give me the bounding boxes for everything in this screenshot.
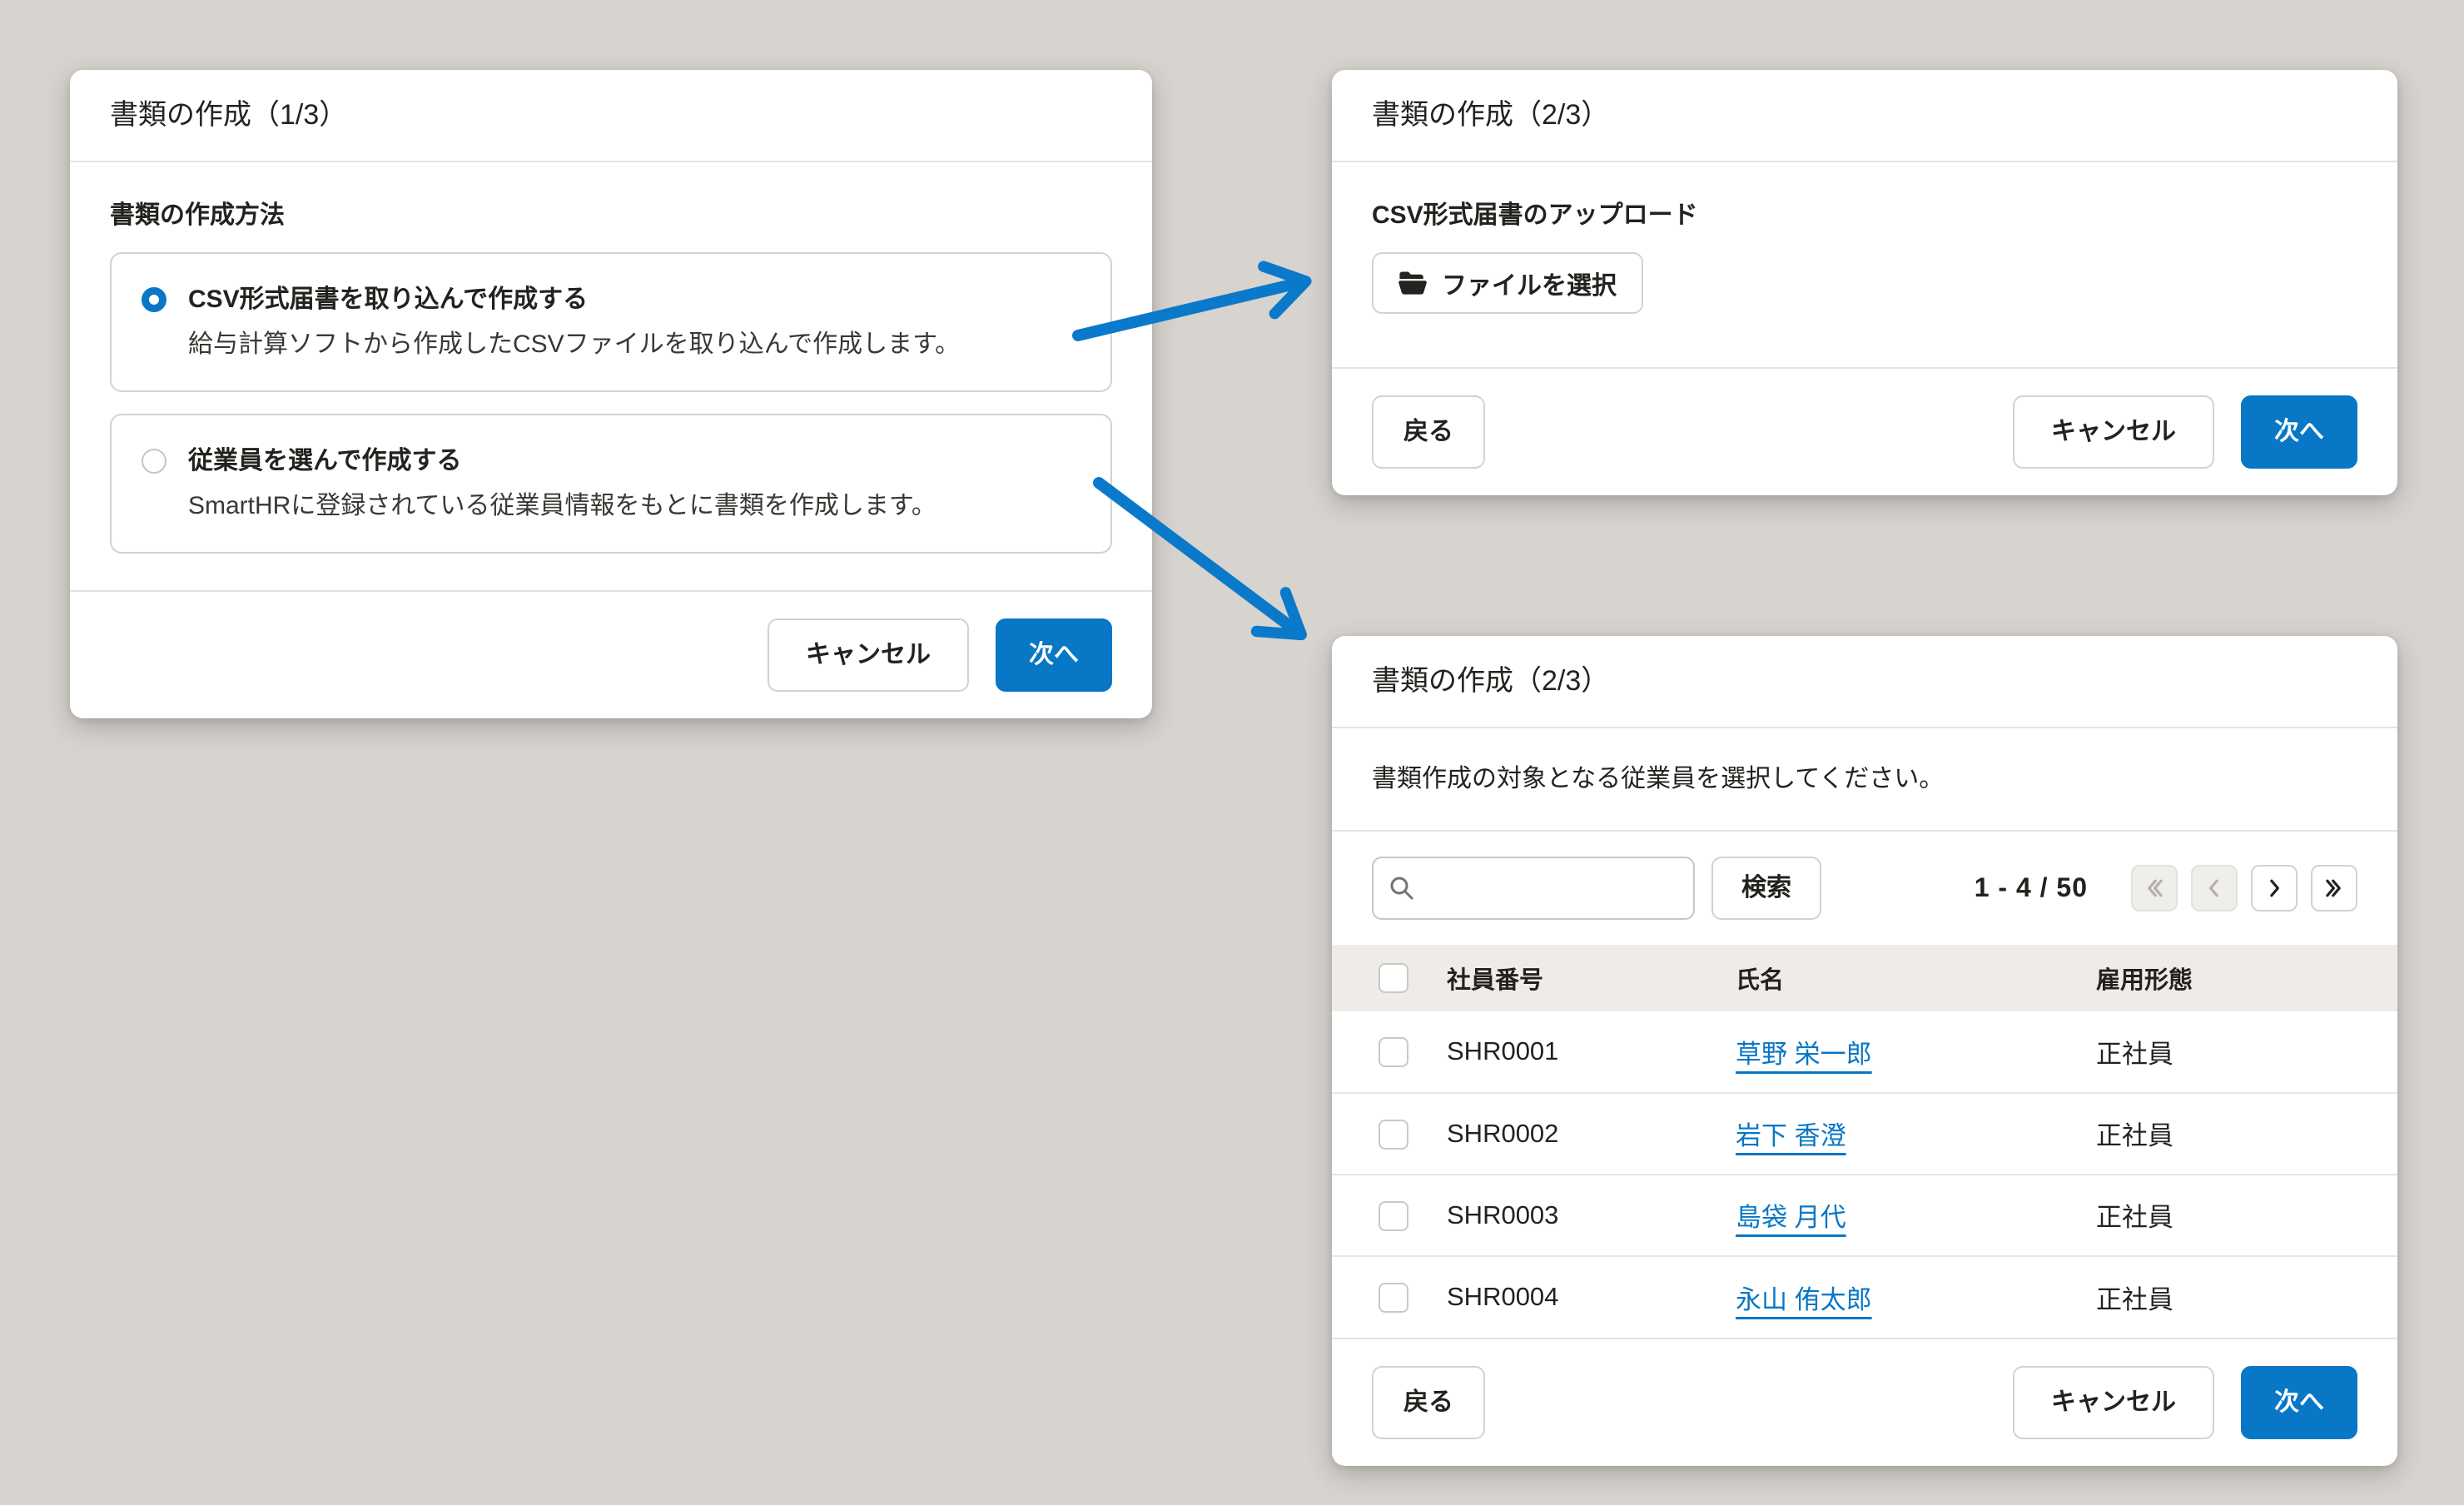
employment-type: 正社員 — [2096, 1093, 2397, 1175]
column-header-employment-type: 雇用形態 — [2096, 945, 2397, 1011]
dialog-step2-csv-footer: 戻る キャンセル 次へ — [1332, 367, 2397, 495]
employee-id: SHR0004 — [1447, 1256, 1736, 1338]
row-checkbox[interactable] — [1379, 1120, 1408, 1150]
cancel-button[interactable]: キャンセル — [2013, 1366, 2214, 1439]
pagination-range-label: 1 - 4 / 50 — [1975, 872, 2088, 903]
dialog-step2-csv-header: 書類の作成（2/3） — [1332, 70, 2397, 162]
search-icon — [1388, 875, 1415, 902]
search-button[interactable]: 検索 — [1711, 857, 1821, 920]
radio-selected-icon[interactable] — [142, 287, 166, 312]
next-button[interactable]: 次へ — [2241, 1366, 2357, 1439]
employee-name-link[interactable]: 岩下 香澄 — [1736, 1121, 1846, 1150]
page-background: { "colors": { "background": "#D7D3CF", "… — [0, 0, 2464, 1505]
option-select-employees-main: 従業員を選んで作成する — [142, 444, 1080, 479]
table-row: SHR0003 島袋 月代 正社員 — [1332, 1175, 2397, 1256]
dialog-step2-csv-body: CSV形式届書のアップロード ファイルを選択 — [1332, 162, 2397, 368]
employee-table-header-row: 社員番号 氏名 雇用形態 — [1332, 945, 2397, 1011]
table-row: SHR0004 永山 侑太郎 正社員 — [1332, 1256, 2397, 1338]
file-select-button[interactable]: ファイルを選択 — [1372, 252, 1643, 314]
dialog-step2-employees: 書類の作成（2/3） 書類作成の対象となる従業員を選択してください。 検索 1 … — [1332, 636, 2397, 1466]
pagination-last-button[interactable] — [2311, 865, 2357, 911]
back-button[interactable]: 戻る — [1372, 1366, 1485, 1439]
search-field-wrap — [1372, 857, 1695, 920]
table-row: SHR0002 岩下 香澄 正社員 — [1332, 1093, 2397, 1175]
next-button[interactable]: 次へ — [2241, 395, 2357, 469]
option-csv-import-description: 給与計算ソフトから作成したCSVファイルを取り込んで作成します。 — [188, 327, 1080, 362]
radio-unselected-icon[interactable] — [142, 449, 166, 474]
employee-table: 社員番号 氏名 雇用形態 SHR0001 草野 栄一郎 正社員 SHR0002 … — [1332, 945, 2397, 1338]
employee-name-link[interactable]: 草野 栄一郎 — [1736, 1040, 1872, 1069]
dialog-step2-employees-title: 書類の作成（2/3） — [1372, 664, 2357, 698]
creation-method-label: 書類の作成方法 — [110, 199, 1112, 233]
option-csv-import-label: CSV形式届書を取り込んで作成する — [188, 282, 588, 317]
file-select-button-label: ファイルを選択 — [1442, 265, 1617, 301]
employee-name-link[interactable]: 島袋 月代 — [1736, 1203, 1846, 1232]
pagination-controls — [2131, 865, 2357, 911]
employee-select-description: 書類作成の対象となる従業員を選択してください。 — [1332, 728, 2397, 832]
dialog-step2-employees-footer: 戻る キャンセル 次へ — [1332, 1338, 2397, 1466]
row-checkbox[interactable] — [1379, 1037, 1408, 1067]
dialog-step2-employees-header: 書類の作成（2/3） — [1332, 636, 2397, 728]
column-header-employee-id: 社員番号 — [1447, 945, 1736, 1011]
employee-name-link[interactable]: 永山 侑太郎 — [1736, 1285, 1872, 1314]
pagination-first-button — [2131, 865, 2178, 911]
dialog-step2-csv-title: 書類の作成（2/3） — [1372, 98, 2357, 132]
employee-id: SHR0001 — [1447, 1011, 1736, 1093]
employee-id: SHR0003 — [1447, 1175, 1736, 1256]
pagination-prev-button — [2191, 865, 2238, 911]
dialog-step1: 書類の作成（1/3） 書類の作成方法 CSV形式届書を取り込んで作成する 給与計… — [70, 70, 1152, 718]
dialog-step1-body: 書類の作成方法 CSV形式届書を取り込んで作成する 給与計算ソフトから作成したC… — [70, 162, 1152, 591]
next-button[interactable]: 次へ — [996, 618, 1112, 692]
table-row: SHR0001 草野 栄一郎 正社員 — [1332, 1011, 2397, 1093]
dialog-step2-csv: 書類の作成（2/3） CSV形式届書のアップロード ファイルを選択 戻る キャン… — [1332, 70, 2397, 495]
employment-type: 正社員 — [2096, 1256, 2397, 1338]
back-button[interactable]: 戻る — [1372, 395, 1485, 469]
dialog-step1-footer: キャンセル 次へ — [70, 590, 1152, 718]
employment-type: 正社員 — [2096, 1175, 2397, 1256]
dialog-step1-title: 書類の作成（1/3） — [110, 98, 1112, 132]
select-all-checkbox[interactable] — [1379, 963, 1408, 993]
search-input[interactable] — [1372, 857, 1695, 920]
row-checkbox[interactable] — [1379, 1201, 1408, 1231]
employee-toolbar: 検索 1 - 4 / 50 — [1332, 832, 2397, 945]
option-card-select-employees[interactable]: 従業員を選んで作成する SmartHRに登録されている従業員情報をもとに書類を作… — [110, 414, 1112, 554]
option-card-csv-import[interactable]: CSV形式届書を取り込んで作成する 給与計算ソフトから作成したCSVファイルを取… — [110, 252, 1112, 392]
employment-type: 正社員 — [2096, 1011, 2397, 1093]
folder-open-icon — [1398, 271, 1427, 296]
employee-id: SHR0002 — [1447, 1093, 1736, 1175]
option-csv-import-main: CSV形式届書を取り込んで作成する — [142, 282, 1080, 317]
cancel-button[interactable]: キャンセル — [2013, 395, 2214, 469]
csv-upload-label: CSV形式届書のアップロード — [1372, 199, 2357, 233]
pagination-next-button[interactable] — [2251, 865, 2298, 911]
row-checkbox[interactable] — [1379, 1283, 1408, 1313]
cancel-button[interactable]: キャンセル — [768, 618, 969, 692]
dialog-step1-header: 書類の作成（1/3） — [70, 70, 1152, 162]
option-select-employees-description: SmartHRに登録されている従業員情報をもとに書類を作成します。 — [188, 489, 1080, 524]
column-header-name: 氏名 — [1736, 945, 2096, 1011]
option-select-employees-label: 従業員を選んで作成する — [188, 444, 462, 479]
